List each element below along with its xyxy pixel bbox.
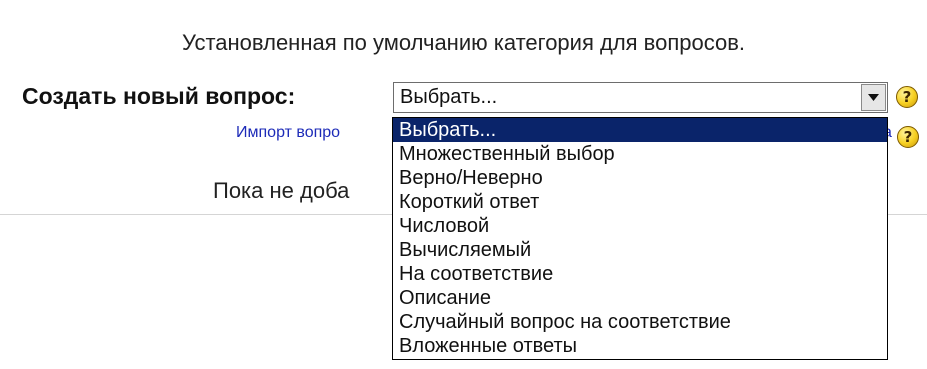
dropdown-option-choose[interactable]: Выбрать...: [393, 118, 887, 142]
help-icon[interactable]: ?: [896, 86, 918, 108]
no-questions-text: Пока не доба: [213, 178, 350, 203]
dropdown-option-short-answer[interactable]: Короткий ответ: [393, 190, 887, 214]
help-icon[interactable]: ?: [897, 126, 919, 148]
dropdown-option-random-matching[interactable]: Случайный вопрос на соответствие: [393, 310, 887, 334]
import-questions-link[interactable]: Импорт вопро: [236, 124, 340, 142]
dropdown-option-description[interactable]: Описание: [393, 286, 887, 310]
dropdown-option-multiple-choice[interactable]: Множественный выбор: [393, 142, 887, 166]
dropdown-option-numerical[interactable]: Числовой: [393, 214, 887, 238]
dropdown-option-calculated[interactable]: Вычисляемый: [393, 238, 887, 262]
select-current-value: Выбрать...: [400, 86, 498, 108]
default-category-text: Установленная по умолчанию категория для…: [181, 30, 746, 55]
dropdown-option-matching[interactable]: На соответствие: [393, 262, 887, 286]
chevron-down-icon[interactable]: [861, 84, 886, 111]
question-type-select[interactable]: Выбрать...: [393, 82, 888, 113]
dropdown-option-embedded-answers[interactable]: Вложенные ответы: [393, 334, 887, 358]
question-type-dropdown-list[interactable]: Выбрать... Множественный выбор Верно/Нев…: [392, 117, 888, 360]
create-question-label: Создать новый вопрос:: [22, 83, 296, 109]
dropdown-option-true-false[interactable]: Верно/Неверно: [393, 166, 887, 190]
